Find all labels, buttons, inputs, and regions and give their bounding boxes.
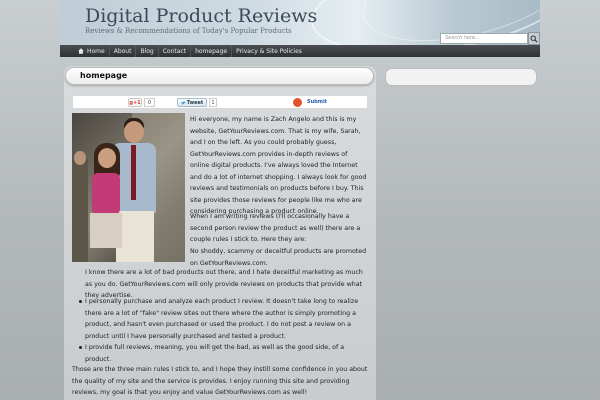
- rules-intro-paragraph: When I am writing reviews (I'll occasion…: [190, 213, 361, 243]
- tweet-button[interactable]: Tweet: [177, 98, 207, 107]
- search-button[interactable]: [528, 32, 540, 45]
- rules-list: I personally purchase and analyze each p…: [78, 296, 368, 365]
- google-plus-count: 0: [144, 98, 155, 107]
- page-title: homepage: [80, 71, 128, 80]
- google-plus-button[interactable]: g+1: [128, 98, 142, 107]
- nav-about[interactable]: About: [110, 45, 137, 57]
- nav-contact[interactable]: Contact: [159, 45, 192, 57]
- tweet-label: Tweet: [186, 99, 204, 106]
- sidebar-widget: [385, 68, 537, 86]
- author-photo: [72, 113, 185, 262]
- rule-1-start: No shoddy, scammy or deceitful products …: [190, 248, 367, 267]
- main-nav: Home About Blog Contact homepage Privacy…: [60, 45, 540, 57]
- nav-privacy[interactable]: Privacy & Site Policies: [232, 45, 306, 57]
- tweet-count: 1: [209, 98, 217, 107]
- site-title[interactable]: Digital Product Reviews: [85, 5, 317, 27]
- nav-homepage[interactable]: homepage: [191, 45, 233, 57]
- list-item: I provide full reviews, meaning, you wil…: [78, 342, 368, 365]
- page-title-bar: homepage: [65, 67, 374, 85]
- search-input[interactable]: Search here...: [440, 33, 528, 44]
- stumbleupon-icon[interactable]: [293, 98, 302, 107]
- site-tagline: Reviews & Recommendations of Today's Pop…: [85, 27, 292, 35]
- list-item: I personally purchase and analyze each p…: [78, 296, 368, 342]
- nav-blog[interactable]: Blog: [136, 45, 159, 57]
- site-header: Digital Product Reviews Reviews & Recomm…: [60, 0, 540, 45]
- stumbleupon-submit-link[interactable]: Submit: [307, 98, 327, 107]
- intro-paragraph: Hi everyone, my name is Zach Angelo and …: [190, 116, 367, 215]
- nav-home[interactable]: Home: [74, 45, 110, 57]
- share-bar: g+1 0 Tweet 1 Submit: [72, 95, 368, 109]
- twitter-bird-icon: [180, 101, 186, 104]
- home-icon: [78, 48, 84, 54]
- nav-home-label: Home: [87, 47, 105, 55]
- closing-paragraph: Those are the three main rules I stick t…: [72, 366, 368, 396]
- search-icon: [530, 35, 538, 43]
